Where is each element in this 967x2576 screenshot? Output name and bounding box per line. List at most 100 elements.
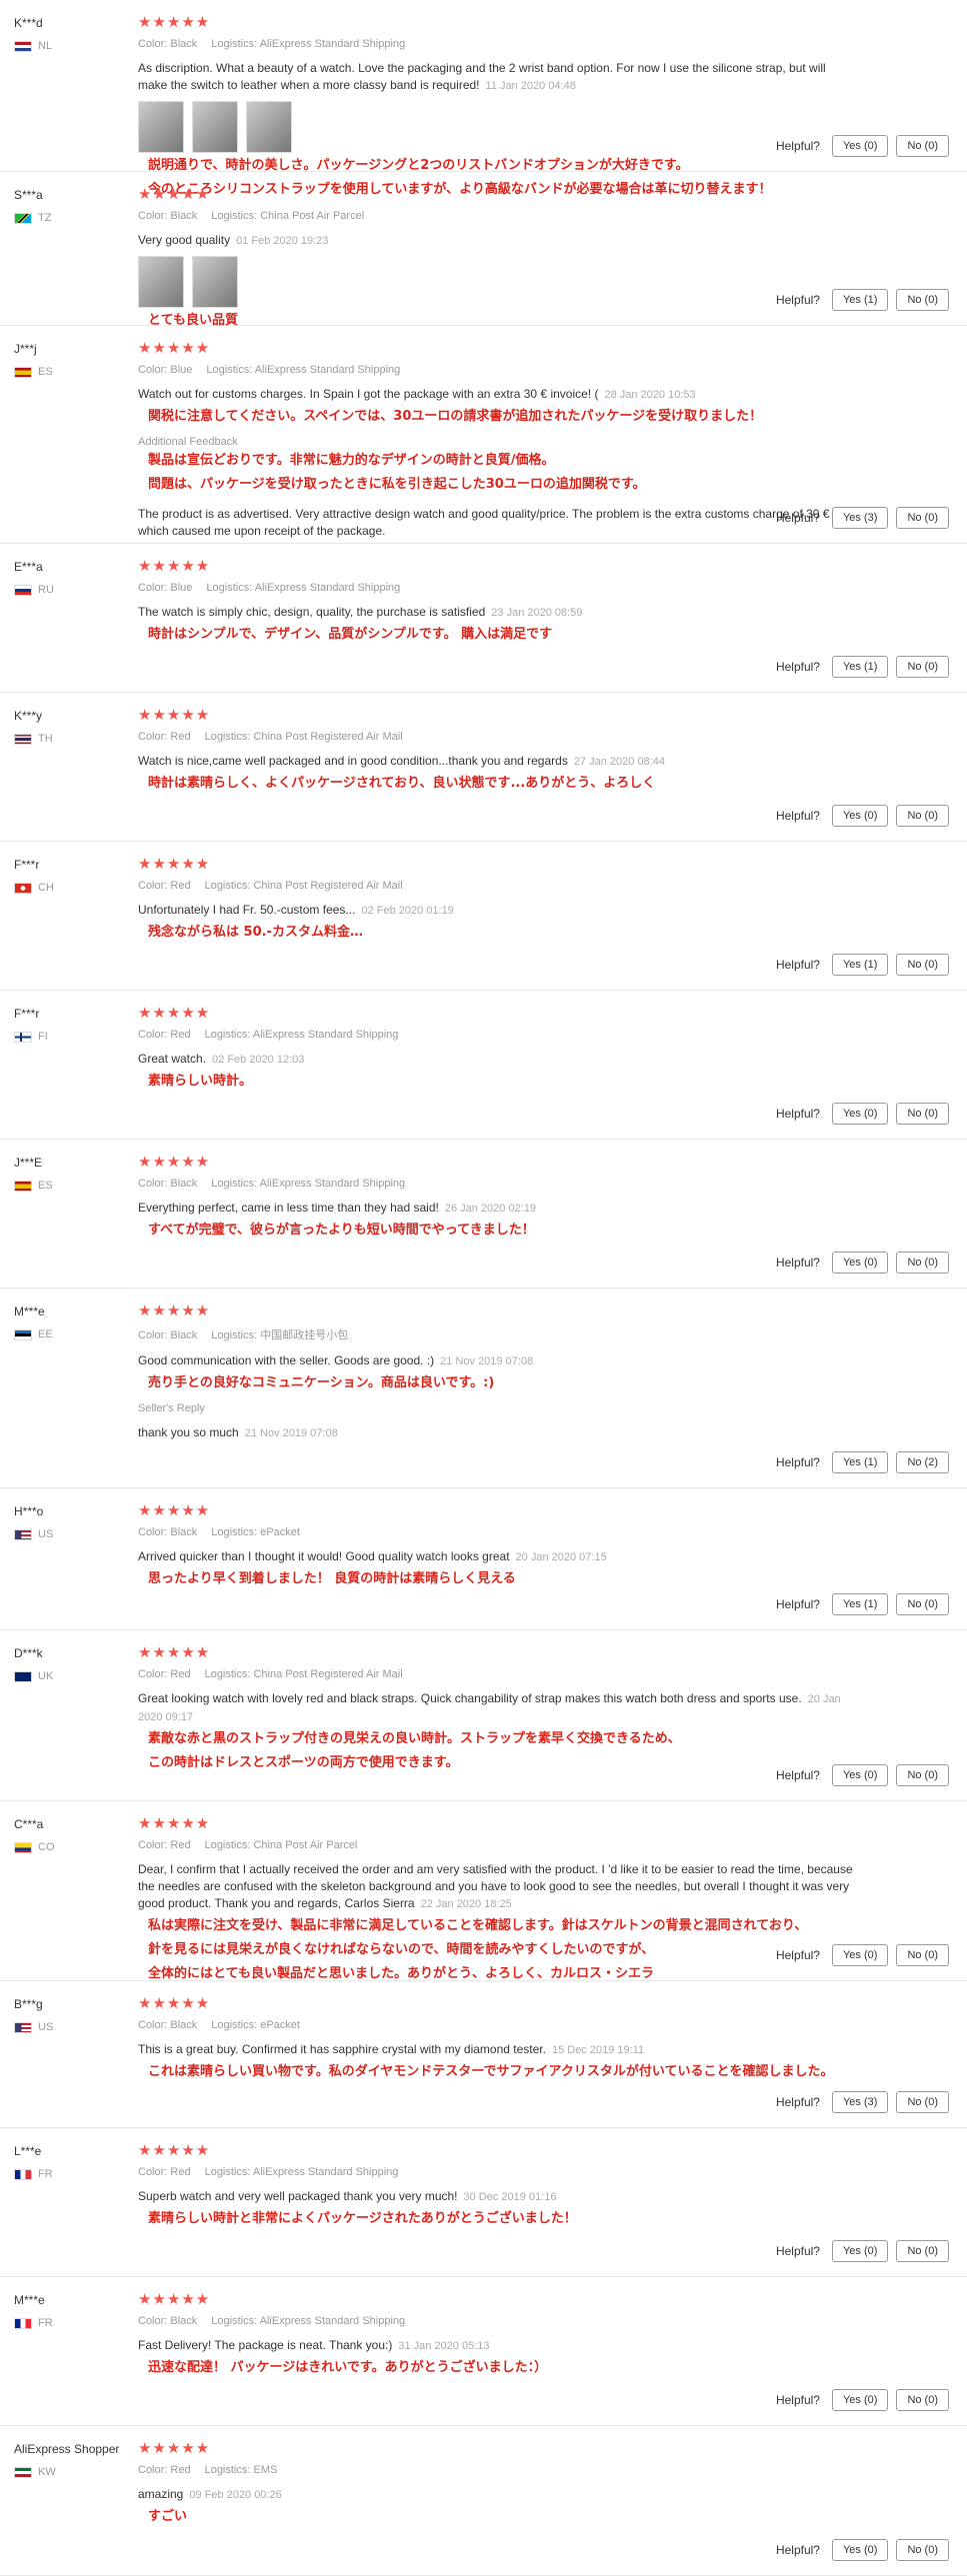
helpful-no-button[interactable]: No (0) xyxy=(896,656,949,678)
helpful-yes-button[interactable]: Yes (0) xyxy=(831,2539,889,2561)
logistics-method: Logistics: ePacket xyxy=(211,2019,300,2031)
reviewer-country: FR xyxy=(14,2317,134,2329)
logistics-method: Logistics: China Post Registered Air Mai… xyxy=(204,880,403,892)
review-date: 15 Dec 2019 19:11 xyxy=(551,2044,645,2056)
star-rating: ★★★★★ xyxy=(138,1995,211,2012)
country-code: FR xyxy=(38,2317,53,2329)
helpful-yes-button[interactable]: Yes (0) xyxy=(831,1764,889,1786)
country-flag-icon xyxy=(14,882,32,894)
product-color: Color: Red xyxy=(138,2166,191,2178)
reviewer-country: FR xyxy=(14,2168,134,2180)
helpful-no-button[interactable]: No (0) xyxy=(896,805,949,827)
helpful-yes-button[interactable]: Yes (1) xyxy=(831,1451,889,1473)
helpful-yes-button[interactable]: Yes (0) xyxy=(831,2240,889,2262)
review-item: M***e EE ★★★★★ Color: Black Logistics: 中国邮政挂… xyxy=(0,1288,967,1488)
reviewer-country: ES xyxy=(14,366,134,378)
reviewer-country: ES xyxy=(14,1180,134,1192)
country-flag-icon xyxy=(14,1328,32,1340)
country-code: NL xyxy=(38,40,53,52)
translation-note: 売り手との良好なコミュニケーション。商品は良いです。:) xyxy=(148,1375,495,1390)
helpful-no-button[interactable]: No (0) xyxy=(896,1944,949,1966)
review-meta: Color: Black Logistics: AliExpress Standa… xyxy=(138,2315,947,2327)
helpful-no-button[interactable]: No (0) xyxy=(896,1764,949,1786)
helpful-yes-button[interactable]: Yes (1) xyxy=(831,289,889,311)
helpful-yes-button[interactable]: Yes (0) xyxy=(831,1252,889,1274)
country-code: CH xyxy=(38,882,54,894)
star-rating: ★★★★★ xyxy=(138,2440,211,2457)
helpful-no-button[interactable]: No (0) xyxy=(896,1252,949,1274)
helpful-vote: Helpful? Yes (0) No (0) xyxy=(776,1764,949,1786)
review-meta: Color: Red Logistics: AliExpress Standard… xyxy=(138,2166,947,2178)
helpful-vote: Helpful? Yes (0) No (0) xyxy=(776,805,949,827)
review-item: E***a RU ★★★★★ Color: Blue Logistics: AliExp… xyxy=(0,544,967,693)
reviewer-name: B***g xyxy=(14,1997,43,2011)
logistics-method: Logistics: AliExpress Standard Shipping xyxy=(206,582,401,594)
helpful-vote: Helpful? Yes (0) No (0) xyxy=(776,1103,949,1125)
review-text: Great watch. xyxy=(138,1052,207,1066)
helpful-label: Helpful? xyxy=(775,2393,820,2407)
country-code: US xyxy=(38,2021,54,2033)
helpful-yes-button[interactable]: Yes (1) xyxy=(831,954,889,976)
helpful-no-button[interactable]: No (0) xyxy=(896,2539,949,2561)
reviewer-name: C***a xyxy=(14,1817,44,1831)
review-photo-thumbnail[interactable] xyxy=(138,256,184,308)
reviewer-country: US xyxy=(14,1528,134,1540)
helpful-vote: Helpful? Yes (3) No (0) xyxy=(776,2091,949,2113)
review-meta: Color: Black Logistics: ePacket xyxy=(138,1526,947,1538)
review-item: K***d NL ★★★★★ Color: Black Logistics: AliEx… xyxy=(0,0,967,197)
star-rating: ★★★★★ xyxy=(138,1644,211,1661)
helpful-yes-button[interactable]: Yes (3) xyxy=(831,507,889,529)
helpful-no-button[interactable]: No (0) xyxy=(896,135,949,157)
translation-note: 残念ながら私は 50.-カスタム料金… xyxy=(148,925,363,940)
helpful-no-button[interactable]: No (0) xyxy=(896,507,949,529)
helpful-yes-button[interactable]: Yes (0) xyxy=(831,2389,889,2411)
review-text: Great looking watch with lovely red and … xyxy=(138,1691,802,1705)
review-item: C***a CO ★★★★★ Color: Red Logistics: China P… xyxy=(0,1801,967,1981)
helpful-no-button[interactable]: No (0) xyxy=(896,2091,949,2113)
review-item: L***e FR ★★★★★ Color: Red Logistics: AliExpr… xyxy=(0,2128,967,2277)
helpful-no-button[interactable]: No (0) xyxy=(896,289,949,311)
helpful-yes-button[interactable]: Yes (0) xyxy=(831,805,889,827)
reviewer-info: S***a TZ xyxy=(14,188,134,224)
reviewer-country: CH xyxy=(14,882,134,894)
star-rating: ★★★★★ xyxy=(138,856,211,873)
helpful-yes-button[interactable]: Yes (1) xyxy=(831,1593,889,1615)
helpful-yes-button[interactable]: Yes (0) xyxy=(831,1944,889,1966)
helpful-label: Helpful? xyxy=(775,1597,820,1611)
reviewer-name: J***E xyxy=(14,1156,43,1170)
review-photo-thumbnail[interactable] xyxy=(138,101,184,153)
helpful-label: Helpful? xyxy=(775,2244,820,2258)
helpful-yes-button[interactable]: Yes (3) xyxy=(831,2091,889,2113)
logistics-method: Logistics: ePacket xyxy=(211,1526,300,1538)
country-flag-icon xyxy=(14,584,32,596)
reviewer-info: M***e EE xyxy=(14,1304,134,1340)
review-photo-thumbnail[interactable] xyxy=(246,101,292,153)
helpful-no-button[interactable]: No (0) xyxy=(896,1593,949,1615)
helpful-yes-button[interactable]: Yes (1) xyxy=(831,656,889,678)
helpful-yes-button[interactable]: Yes (0) xyxy=(831,135,889,157)
reviewer-country: UK xyxy=(14,1670,134,1682)
product-color: Color: Blue xyxy=(138,364,193,376)
helpful-label: Helpful? xyxy=(775,1948,820,1962)
helpful-no-button[interactable]: No (0) xyxy=(896,1103,949,1125)
review-content: ★★★★★ Color: Black Logistics: ePacket This … xyxy=(138,1995,947,2083)
helpful-no-button[interactable]: No (2) xyxy=(896,1451,949,1473)
helpful-no-button[interactable]: No (0) xyxy=(896,954,949,976)
review-list: K***d NL ★★★★★ Color: Black Logistics: AliEx… xyxy=(0,0,967,2576)
helpful-no-button[interactable]: No (0) xyxy=(896,2240,949,2262)
country-flag-icon xyxy=(14,1031,32,1043)
translation-note: 迅速な配達！ パッケージはきれいです。ありがとうございました：） xyxy=(148,2360,548,2375)
product-color: Color: Black xyxy=(138,38,198,50)
helpful-no-button[interactable]: No (0) xyxy=(896,2389,949,2411)
logistics-method: Logistics: AliExpress Standard Shipping xyxy=(204,2166,399,2178)
review-text-block: Great watch. 02 Feb 2020 12:03 xyxy=(138,1051,858,1069)
reviewer-name: K***d xyxy=(14,16,43,30)
review-photo-thumbnail[interactable] xyxy=(192,256,238,308)
reviewer-name: AliExpress Shopper xyxy=(14,2442,120,2456)
logistics-method: Logistics: China Post Registered Air Mai… xyxy=(204,731,403,743)
helpful-yes-button[interactable]: Yes (0) xyxy=(831,1103,889,1125)
review-text: Arrived quicker than I thought it would!… xyxy=(138,1549,510,1563)
review-text-block: Great looking watch with lovely red and … xyxy=(138,1690,858,1726)
helpful-label: Helpful? xyxy=(775,1107,820,1121)
review-photo-thumbnail[interactable] xyxy=(192,101,238,153)
